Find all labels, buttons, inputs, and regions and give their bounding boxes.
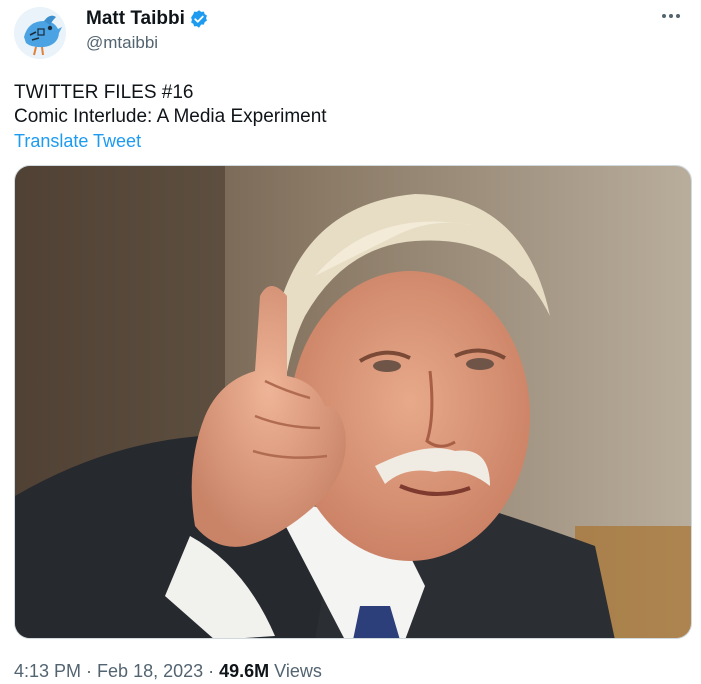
author-name-row: Matt Taibbi (86, 8, 209, 30)
tweet-text: TWITTER FILES #16 Comic Interlude: A Med… (14, 81, 327, 129)
views-count: 49.6M (219, 661, 270, 681)
author-display-name[interactable]: Matt Taibbi (86, 8, 185, 30)
views-label: Views (274, 661, 322, 681)
author-avatar[interactable] (14, 7, 66, 59)
tweet-time-link[interactable]: 4:13 PM (14, 661, 81, 682)
tweet-text-line-1: TWITTER FILES #16 (14, 82, 194, 103)
meta-separator: · (208, 661, 215, 681)
tweet-meta: 4:13 PM · Feb 18, 2023 · 49.6M Views (14, 661, 322, 682)
more-options-icon[interactable] (657, 8, 685, 28)
blue-bird-avatar-icon (14, 7, 66, 59)
author-handle[interactable]: @mtaibbi (86, 33, 158, 53)
meta-separator: · (86, 661, 93, 681)
verified-badge-icon (189, 9, 209, 29)
tweet-photo[interactable] (14, 165, 692, 639)
tweet-text-line-2: Comic Interlude: A Media Experiment (14, 106, 327, 127)
translate-tweet-link[interactable]: Translate Tweet (14, 131, 141, 152)
tweet-date-link[interactable]: Feb 18, 2023 (97, 661, 203, 682)
